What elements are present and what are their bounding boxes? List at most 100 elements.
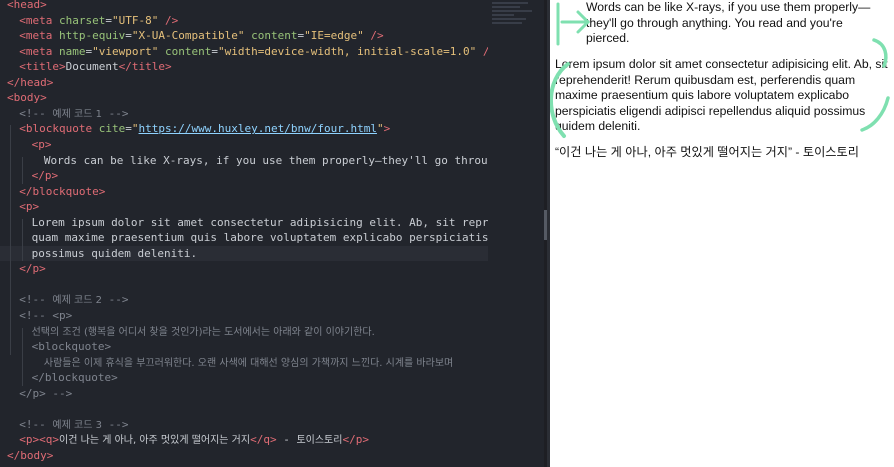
code-line[interactable]: <p> [0,137,488,153]
code-token: /> [476,45,488,58]
code-token: = [125,122,132,136]
code-token: </title> [118,60,172,74]
code-line[interactable]: <title>Document</title> [0,59,488,75]
code-line[interactable]: possimus quidem deleniti. [0,245,488,262]
code-token: /> [363,29,384,43]
code-token: </p> --> [19,386,73,400]
code-line[interactable] [0,277,488,293]
code-token: 사람들은 이제 휴식을 부끄러워한다. 오랜 사색에 대해선 양심의 가책까지 … [43,357,454,369]
code-line[interactable]: Words can be like X-rays, if you use the… [0,153,488,169]
code-token: possimus quidem deleniti. [31,246,198,260]
code-token: --> [101,106,129,120]
code-token: <!-- <p> [19,309,73,322]
code-token: "UTF-8" [112,13,159,27]
code-token: <body> [7,91,47,105]
code-token: --> [101,293,129,307]
code-token: name [59,44,86,58]
code-token: 선택의 조건 (행복을 어디서 찾을 것인가)라는 도서에서는 아래와 같이 이… [31,326,375,338]
code-line[interactable]: <blockquote> [0,339,488,355]
code-line[interactable]: <head> [0,0,488,13]
code-token: </head> [7,75,54,89]
code-token: </q> [250,433,277,447]
code-token: 예제 코드 2 [52,295,102,307]
preview-quote-paragraph: “이건 나는 게 아나, 아주 멋있게 떨어지는 거지” - 토이스토리 [555,145,859,159]
code-token: <meta [19,13,60,27]
code-token: </blockquote> [31,371,118,385]
code-token: <!-- [19,106,53,120]
code-line[interactable]: <meta http-equiv="X-UA-Compatible" conte… [0,28,488,44]
code-line[interactable]: <meta charset="UTF-8" /> [0,13,488,29]
code-line[interactable]: <!-- 예제 코드 3 --> [0,417,488,433]
code-token: </p> [19,262,46,276]
code-token: <blockquote [19,122,99,136]
code-token: "X-UA-Compatible" [131,29,245,43]
code-line[interactable]: 사람들은 이제 휴식을 부끄러워한다. 오랜 사색에 대해선 양심의 가책까지 … [0,355,488,371]
code-line[interactable]: </body> [0,448,488,464]
preview-paragraph: Lorem ipsum dolor sit amet consectetur a… [555,57,888,134]
editor-right-gutter [488,0,544,467]
code-token: </p> [342,433,369,447]
preview-blockquote: Words can be like X-rays, if you use the… [586,0,871,46]
code-line[interactable]: <body> [0,90,488,106]
code-token: 토이스토리 [296,435,343,447]
code-token: <meta [19,44,60,58]
code-line[interactable]: </head> [0,75,488,91]
code-token: content [244,29,298,43]
code-line[interactable]: <meta name="viewport" content="width=dev… [0,44,488,60]
code-token: </body> [7,448,54,462]
code-token: </p> [31,169,59,183]
code-line[interactable]: </p> [0,261,488,277]
code-token: /> [158,13,179,27]
code-line[interactable]: <!-- <p> [0,308,488,324]
code-line[interactable]: Lorem ipsum dolor sit amet consectetur a… [0,215,488,231]
browser-preview: Words can be like X-rays, if you use the… [550,0,894,467]
code-line[interactable]: quam maxime praesentium quis labore volu… [0,230,488,246]
code-token: <p> [19,200,40,214]
minimap[interactable] [492,0,534,30]
code-token: <head> [7,0,47,11]
indent-guide [22,218,24,262]
code-token: <!-- [19,293,53,307]
code-line[interactable]: </p> [0,168,488,184]
code-token: <meta [19,29,60,43]
code-token: - [276,433,297,447]
code-token: " [131,122,139,136]
code-token: "viewport" [92,44,159,58]
code-token: <p><q> [19,433,60,447]
code-token: <!-- [19,417,53,431]
code-token: --> [101,417,129,431]
code-token: " [376,122,384,136]
code-token: charset [59,13,106,27]
code-token: http-equiv [59,29,126,43]
code-line[interactable]: <p> [0,199,488,215]
code-line[interactable]: </blockquote> [0,184,488,200]
code-line[interactable]: </blockquote> [0,370,488,386]
indent-guide [10,125,11,355]
code-token: 이건 나는 게 아나, 아주 멋있게 떨어지는 거지 [59,435,251,447]
code-token: <title> [19,60,66,74]
indent-guide [22,327,24,386]
code-token: "width=device-width, initial-scale=1.0" [218,44,477,58]
code-token: content [158,44,212,58]
code-editor[interactable]: <head> <meta charset="UTF-8" /> <meta http… [0,0,488,467]
code-line[interactable]: <p><q>이건 나는 게 아나, 아주 멋있게 떨어지는 거지</q> - 토… [0,432,488,448]
code-token: https://www.huxley.net/bnw/four.html [138,122,377,136]
code-token: = [125,29,132,43]
code-token: </blockquote> [19,184,106,198]
code-token: "IE=edge" [304,29,364,43]
code-token: <blockquote> [31,340,112,354]
code-line[interactable] [0,401,488,417]
code-token: 예제 코드 3 [52,419,102,431]
code-token: Lorem ipsum dolor sit amet consectetur a… [31,215,488,229]
code-line[interactable]: 선택의 조건 (행복을 어디서 찾을 것인가)라는 도서에서는 아래와 같이 이… [0,324,488,340]
code-line[interactable]: <blockquote cite="https://www.huxley.net… [0,121,488,137]
code-token: <p> [31,137,52,151]
code-line[interactable]: </p> --> [0,386,488,402]
code-token: Document [65,60,119,74]
code-line[interactable]: <!-- 예제 코드 1 --> [0,106,488,122]
code-token: > [383,122,391,136]
code-token: cite [98,122,126,136]
code-token: quam maxime praesentium quis labore volu… [31,231,488,245]
indent-guide [22,156,24,184]
code-line[interactable]: <!-- 예제 코드 2 --> [0,292,488,308]
